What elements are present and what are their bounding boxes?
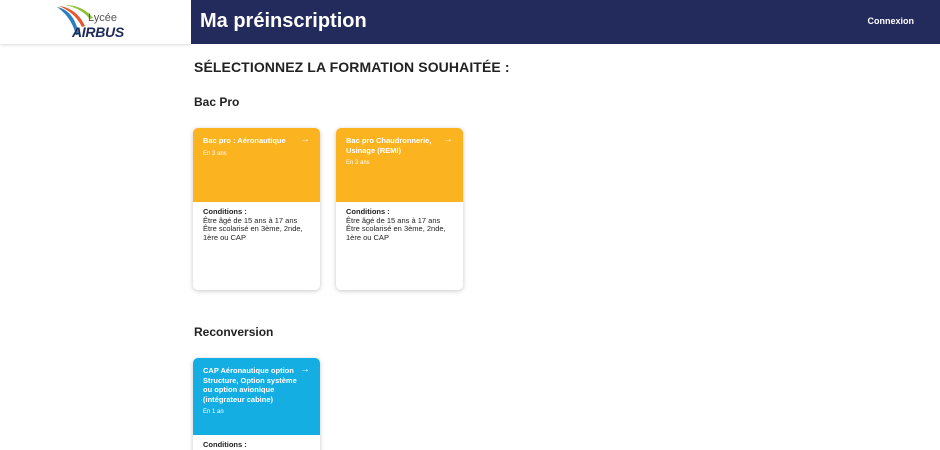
card-conditions: Conditions : Être âgé de 15 ans à 17 ans… — [336, 202, 463, 248]
header: Lycée AIRBUS Ma préinscription Connexion — [0, 0, 940, 44]
card-duration: En 3 ans — [203, 150, 227, 157]
formation-card-cap-aeronautique[interactable]: CAP Aéronautique option Structure, Optio… — [193, 358, 320, 450]
page-title: Ma préinscription — [200, 10, 367, 32]
logo[interactable]: Lycée AIRBUS — [0, 0, 191, 44]
formation-card-bac-pro-aeronautique[interactable]: Bac pro : Aéronautique En 3 ans → Condit… — [193, 128, 320, 290]
card-header: Bac pro : Aéronautique En 3 ans → — [193, 128, 320, 202]
card-duration: En 1 an — [203, 409, 224, 415]
logo-lycee-text: Lycée — [88, 12, 117, 24]
condition-item: Être scolarisé en 3ème, 2nde, 1ère ou CA… — [346, 224, 446, 242]
card-conditions: Conditions : — [193, 435, 320, 450]
card-header: Bac pro Chaudronnerie, Usinage (REMI) En… — [336, 128, 463, 202]
section-title-bac-pro: Bac Pro — [194, 95, 240, 109]
arrow-right-icon: → — [300, 364, 310, 375]
arrow-right-icon: → — [300, 134, 310, 145]
login-link[interactable]: Connexion — [868, 16, 915, 26]
card-header: CAP Aéronautique option Structure, Optio… — [193, 358, 320, 435]
card-duration: En 3 ans — [346, 160, 370, 166]
section-title-reconversion: Reconversion — [194, 325, 274, 339]
main-heading: SÉLECTIONNEZ LA FORMATION SOUHAITÉE : — [194, 59, 510, 75]
card-conditions: Conditions : Être âgé de 15 ans à 17 ans… — [193, 202, 320, 248]
card-title: Bac pro : Aéronautique — [203, 136, 286, 145]
card-title: Bac pro Chaudronnerie, Usinage (REMI) — [346, 136, 432, 155]
logo-airbus-text: AIRBUS — [72, 24, 124, 40]
card-title: CAP Aéronautique option Structure, Optio… — [203, 366, 297, 404]
condition-item: Être scolarisé en 3ème, 2nde, 1ère ou CA… — [203, 224, 303, 242]
conditions-label: Conditions : — [203, 440, 247, 449]
formation-card-bac-pro-chaudronnerie[interactable]: Bac pro Chaudronnerie, Usinage (REMI) En… — [336, 128, 463, 290]
arrow-right-icon: → — [443, 134, 453, 145]
navbar: Ma préinscription Connexion — [191, 0, 940, 44]
